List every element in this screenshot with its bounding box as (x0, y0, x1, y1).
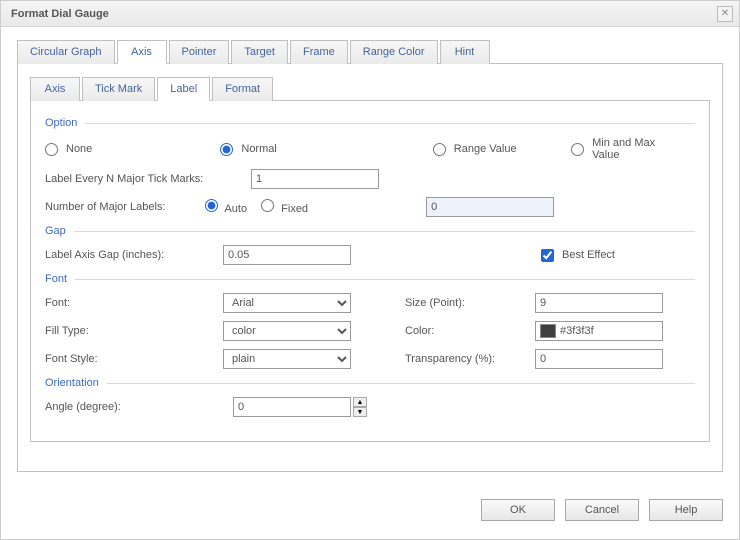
divider (107, 383, 695, 384)
section-option-label: Option (45, 117, 77, 129)
label-every-n-input[interactable] (251, 169, 379, 189)
inner-tabs: Axis Tick Mark Label Format (30, 76, 710, 101)
tab-range-color[interactable]: Range Color (350, 40, 438, 64)
tab-circular-graph[interactable]: Circular Graph (17, 40, 115, 64)
filltype-select[interactable]: color (223, 321, 351, 341)
inner-tab-axis[interactable]: Axis (30, 77, 80, 101)
angle-input[interactable] (233, 397, 351, 417)
cancel-button[interactable]: Cancel (565, 499, 639, 521)
row-fontstyle: Font Style: plain Transparency (%): (45, 349, 695, 369)
divider (75, 279, 695, 280)
titlebar: Format Dial Gauge ✕ (1, 1, 739, 27)
size-label: Size (Point): (405, 297, 535, 309)
fontstyle-select[interactable]: plain (223, 349, 351, 369)
label-axis-gap-input[interactable] (223, 245, 351, 265)
size-input[interactable] (535, 293, 663, 313)
transparency-label: Transparency (%): (405, 353, 535, 365)
row-label-axis-gap: Label Axis Gap (inches): Best Effect (45, 245, 695, 265)
radio-normal[interactable]: Normal (220, 143, 414, 156)
angle-up-icon[interactable]: ▲ (353, 397, 367, 407)
font-label: Font: (45, 297, 223, 309)
section-option: Option (45, 117, 695, 129)
outer-tabs: Circular Graph Axis Pointer Target Frame… (17, 39, 723, 64)
radio-range-value[interactable]: Range Value (433, 143, 553, 156)
radio-none[interactable]: None (45, 143, 202, 156)
section-gap: Gap (45, 225, 695, 237)
color-label: Color: (405, 325, 535, 337)
divider (85, 123, 695, 124)
outer-panel: Axis Tick Mark Label Format Option None … (17, 64, 723, 472)
content: Circular Graph Axis Pointer Target Frame… (1, 27, 739, 472)
section-font-label: Font (45, 273, 67, 285)
option-radios: None Normal Range Value Min and Max Valu… (45, 137, 695, 161)
best-effect-checkbox[interactable]: Best Effect (541, 249, 615, 262)
row-label-every-n: Label Every N Major Tick Marks: (45, 169, 695, 189)
inner-panel: Option None Normal Range Value Min and M… (30, 101, 710, 442)
tab-pointer[interactable]: Pointer (169, 40, 230, 64)
row-angle: Angle (degree): ▲ ▼ (45, 397, 695, 417)
inner-tab-format[interactable]: Format (212, 77, 273, 101)
angle-label: Angle (degree): (45, 401, 233, 413)
inner-tab-label[interactable]: Label (157, 77, 210, 101)
ok-button[interactable]: OK (481, 499, 555, 521)
help-button[interactable]: Help (649, 499, 723, 521)
dialog-title: Format Dial Gauge (11, 8, 109, 20)
label-every-n-label: Label Every N Major Tick Marks: (45, 173, 251, 185)
transparency-input[interactable] (535, 349, 663, 369)
row-num-major-labels: Number of Major Labels: Auto Fixed (45, 197, 695, 217)
section-orientation: Orientation (45, 377, 695, 389)
radio-min-max[interactable]: Min and Max Value (571, 137, 677, 161)
fixed-value-input[interactable] (426, 197, 554, 217)
color-value: #3f3f3f (560, 325, 594, 337)
row-font: Font: Arial Size (Point): (45, 293, 695, 313)
row-filltype: Fill Type: color Color: #3f3f3f (45, 321, 695, 341)
color-picker[interactable]: #3f3f3f (535, 321, 663, 341)
section-orientation-label: Orientation (45, 377, 99, 389)
inner-tab-tick-mark[interactable]: Tick Mark (82, 77, 155, 101)
font-select[interactable]: Arial (223, 293, 351, 313)
tab-axis[interactable]: Axis (117, 40, 167, 64)
angle-down-icon[interactable]: ▼ (353, 407, 367, 417)
angle-spinner: ▲ ▼ (233, 397, 367, 417)
tab-frame[interactable]: Frame (290, 40, 348, 64)
dialog-footer: OK Cancel Help (481, 499, 723, 521)
color-swatch-icon (540, 324, 556, 338)
tab-target[interactable]: Target (231, 40, 288, 64)
radio-fixed[interactable]: Fixed (261, 199, 308, 215)
section-font: Font (45, 273, 695, 285)
close-icon[interactable]: ✕ (717, 6, 733, 22)
num-major-labels-label: Number of Major Labels: (45, 201, 205, 213)
radio-auto[interactable]: Auto (205, 199, 247, 215)
fontstyle-label: Font Style: (45, 353, 223, 365)
label-axis-gap-label: Label Axis Gap (inches): (45, 249, 223, 261)
tab-hint[interactable]: Hint (440, 40, 490, 64)
section-gap-label: Gap (45, 225, 66, 237)
divider (74, 231, 695, 232)
filltype-label: Fill Type: (45, 325, 223, 337)
dialog-format-dial-gauge: Format Dial Gauge ✕ Circular Graph Axis … (0, 0, 740, 540)
